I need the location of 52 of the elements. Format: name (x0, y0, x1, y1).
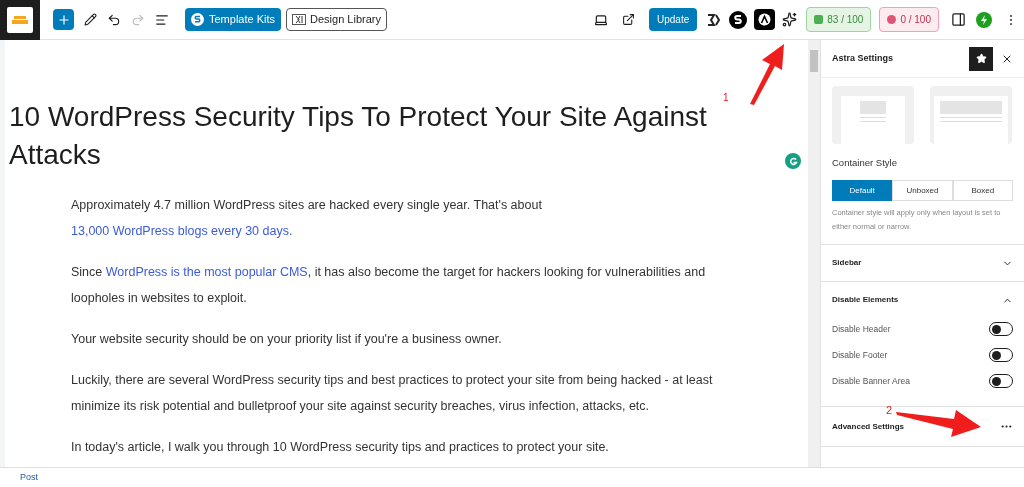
toggle-switch[interactable] (989, 348, 1013, 363)
astra-icon[interactable] (754, 9, 776, 30)
undo-icon[interactable] (107, 12, 121, 27)
s-icon (191, 13, 204, 26)
annotation-number: 2 (886, 403, 893, 418)
paragraph[interactable]: Approximately 4.7 million WordPress sites are hacked every single year. That's about 13,000 WordPress blogs every 30 days. (71, 192, 741, 244)
library-icon (292, 14, 307, 25)
score-badge[interactable]: 83 / 100 (806, 7, 872, 32)
paragraph[interactable]: Your website security should be on your priority list if you're a business owner. (71, 326, 741, 352)
layout-thumbnail[interactable] (930, 86, 1012, 144)
breadcrumb-link[interactable]: Post (20, 470, 38, 485)
add-block-button[interactable] (53, 9, 74, 30)
section-header[interactable]: Sidebar (821, 245, 1024, 282)
star-icon (975, 53, 987, 64)
plus-icon (56, 12, 71, 27)
sidebar-toggle-icon[interactable] (951, 12, 966, 27)
score-badge[interactable]: 0 / 100 (879, 7, 939, 32)
plugin-icon[interactable] (706, 12, 723, 27)
segment-option[interactable]: Unboxed (892, 180, 953, 202)
section-title: Advanced Settings (832, 420, 904, 433)
spectra-icon[interactable] (729, 10, 748, 29)
scrollbar[interactable] (808, 40, 820, 467)
bolt-icon[interactable] (976, 11, 992, 28)
favorite-button[interactable] (969, 46, 993, 71)
list-view-icon[interactable] (155, 12, 169, 27)
segment-option[interactable]: Boxed (952, 180, 1013, 202)
toggle-switch[interactable] (989, 322, 1013, 337)
template-kits-button[interactable]: Template Kits (185, 8, 282, 31)
field-label: Container Style (832, 156, 898, 170)
annotation-number: 1 (723, 91, 729, 105)
toggle-switch[interactable] (989, 374, 1013, 389)
section-header[interactable]: Disable Elements (821, 282, 1024, 319)
update-button[interactable]: Update (649, 8, 698, 31)
text-link[interactable]: 13,000 WordPress blogs every 30 days. (71, 224, 293, 238)
panel-title: Astra Settings (832, 51, 894, 65)
pencil-icon[interactable] (84, 13, 97, 26)
toggle-label: Disable Footer (832, 348, 889, 362)
design-library-button[interactable]: Design Library (286, 8, 387, 31)
paragraph[interactable]: Luckily, there are several WordPress security tips and best practices to protect your site from being hacked - at least minimize its risk potential and bulletproof your site against security breaches, virus infection, attacks, etc. (71, 367, 741, 419)
text-link[interactable]: WordPress is the most popular CMS (105, 265, 308, 279)
preview-icon[interactable] (594, 12, 608, 27)
layout-thumbnail[interactable] (832, 86, 914, 144)
site-logo[interactable] (0, 0, 40, 40)
sparkles-icon[interactable] (782, 12, 798, 27)
segment-option[interactable]: Default (832, 180, 893, 202)
view-post-icon[interactable] (622, 13, 635, 26)
grammarly-icon[interactable] (785, 153, 801, 169)
toggle-label: Disable Header (832, 322, 892, 336)
logo-icon (7, 6, 33, 33)
toggle-label: Disable Banner Area (832, 374, 911, 388)
paragraph[interactable]: Since WordPress is the most popular CMS, it has also become the target for hackers looking for vulnerabilities and loopholes in websites to exploit. (71, 259, 741, 311)
paragraph[interactable]: In today's article, I walk you through 10 WordPress security tips and practices to protect your site. (71, 434, 741, 460)
